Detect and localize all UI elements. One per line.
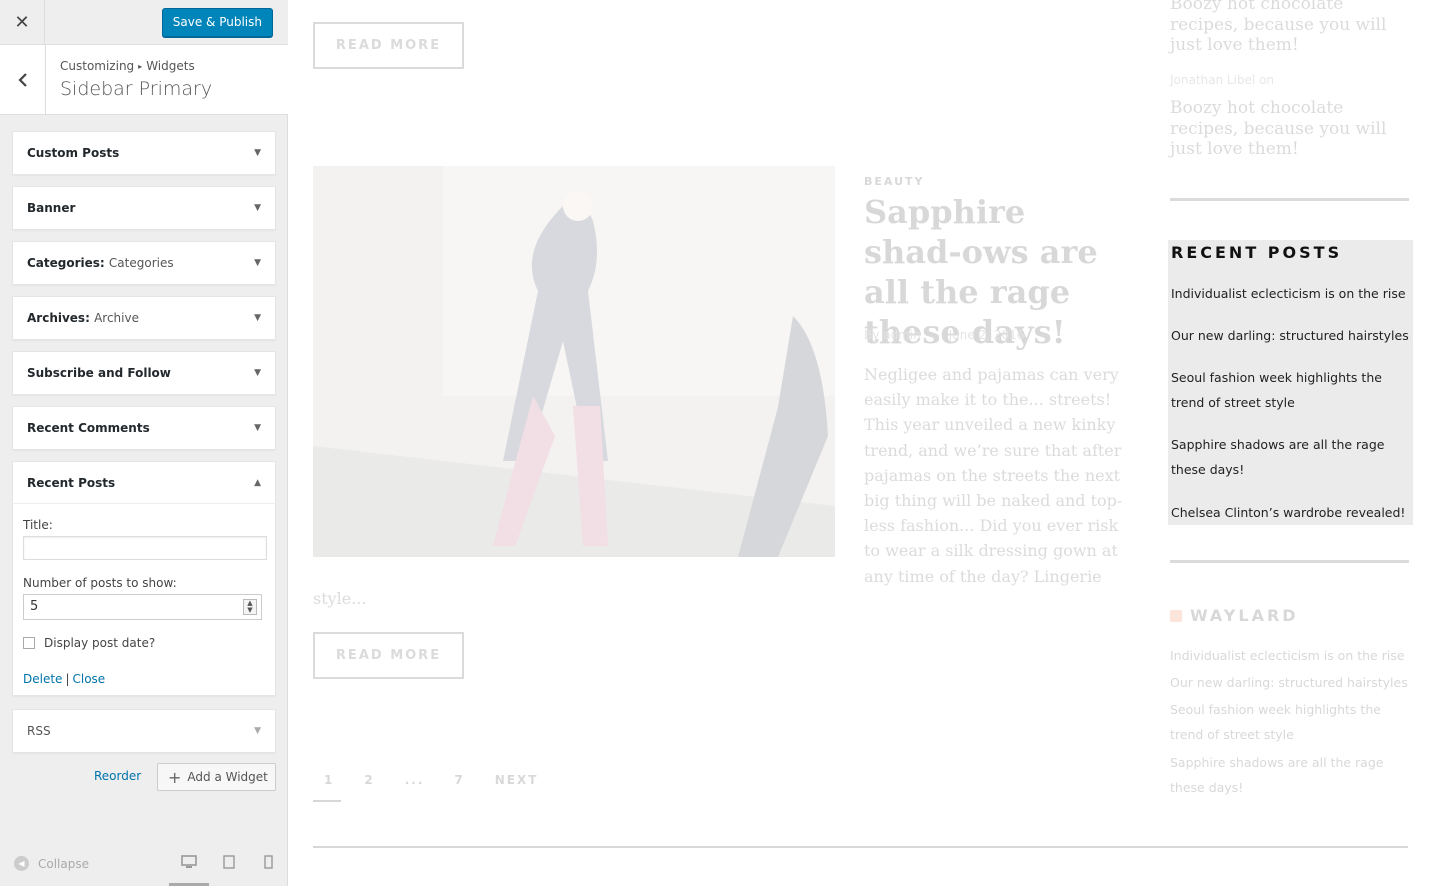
title-label: Title: <box>23 518 53 532</box>
comment-author: Jonathan Libel on <box>1170 73 1275 87</box>
reorder-link[interactable]: Reorder <box>94 769 141 783</box>
page-link[interactable]: 2 <box>364 773 374 787</box>
expand-arrow-icon[interactable]: ▼ <box>254 203 261 213</box>
recent-post-link[interactable]: Our new darling: structured hairstyles <box>1171 323 1411 348</box>
tablet-preview-icon[interactable] <box>209 855 249 873</box>
expand-arrow-icon[interactable]: ▼ <box>254 313 261 323</box>
widget-recent-posts: Recent Posts ▲ Title: Number of posts to … <box>12 461 276 696</box>
recent-posts-title: RECENT POSTS <box>1171 243 1343 262</box>
display-date-checkbox[interactable] <box>23 637 35 649</box>
post-meta: By admin June 2, 2016 <box>864 328 1048 342</box>
widget-subscribe-follow[interactable]: Subscribe and Follow ▼ <box>12 351 276 395</box>
recent-posts-widget-preview[interactable]: RECENT POSTS Individualist eclecticism i… <box>1168 240 1413 525</box>
number-stepper[interactable]: ▲ ▼ <box>243 599 257 615</box>
close-link[interactable]: Close <box>72 672 105 686</box>
widget-title: Recent Comments <box>27 421 150 435</box>
close-icon[interactable]: ✕ <box>0 0 45 45</box>
page-link[interactable]: 1 <box>324 773 334 787</box>
rss-widget-title[interactable]: WAYLARD <box>1170 606 1299 625</box>
back-arrow-icon[interactable] <box>0 45 46 114</box>
widget-archives[interactable]: Archives: Archive ▼ <box>12 296 276 340</box>
recent-post-link[interactable]: Seoul fashion week highlights the trend … <box>1171 365 1411 415</box>
read-more-button[interactable]: READ MORE <box>313 632 464 679</box>
add-widget-button[interactable]: + Add a Widget <box>157 763 276 791</box>
widget-subtitle: Categories <box>108 256 174 270</box>
widget-header[interactable]: Recent Posts ▲ <box>13 462 275 504</box>
widget-title: Recent Posts <box>27 475 116 490</box>
expand-arrow-icon[interactable]: ▼ <box>254 368 261 378</box>
display-date-label: Display post date? <box>44 636 156 650</box>
section-header: Customizing ▸ Widgets Sidebar Primary <box>0 45 288 115</box>
recent-post-link[interactable]: Chelsea Clinton’s wardrobe revealed! <box>1171 500 1411 525</box>
rss-item[interactable]: Seoul fashion week highlights the trend … <box>1170 697 1410 747</box>
save-publish-button[interactable]: Save & Publish <box>161 8 273 37</box>
collapse-label: Collapse <box>38 856 89 871</box>
widget-title: Categories: <box>27 256 105 270</box>
divider <box>1170 560 1409 563</box>
customizer-footer: ◀ Collapse <box>0 845 288 886</box>
widget-title: Banner <box>27 201 76 215</box>
widget-title: RSS <box>27 724 51 738</box>
posts-count-input[interactable]: 5 ▲ ▼ <box>23 594 262 620</box>
widget-title: Custom Posts <box>27 146 120 160</box>
breadcrumb-separator: ▸ <box>138 62 143 71</box>
collapse-button[interactable]: ◀ Collapse <box>14 856 89 871</box>
comment-excerpt[interactable]: Boozy hot chocolate recipes, because you… <box>1170 98 1395 160</box>
widget-title: Archives: <box>27 311 90 325</box>
add-widget-label: Add a Widget <box>187 770 268 784</box>
posts-count-value: 5 <box>30 599 39 614</box>
post-excerpt-tail: style... <box>313 589 367 608</box>
posts-count-label: Number of posts to show: <box>23 576 177 590</box>
post-featured-image[interactable] <box>313 166 835 557</box>
next-page-link[interactable]: NEXT <box>495 773 539 787</box>
widget-rss[interactable]: RSS ▼ <box>12 709 276 753</box>
current-page-indicator <box>313 800 341 802</box>
title-input[interactable] <box>23 536 267 560</box>
link-separator: | <box>65 672 70 686</box>
rss-icon <box>1170 609 1182 622</box>
recent-post-link[interactable]: Individualist eclecticism is on the rise <box>1171 281 1411 306</box>
collapse-arrow-icon: ◀ <box>14 856 29 871</box>
site-preview[interactable]: READ MORE BEAUTY Sapphire shad-ows are a… <box>289 0 1433 886</box>
comment-excerpt[interactable]: Boozy hot chocolate recipes, because you… <box>1170 0 1395 56</box>
expand-arrow-icon[interactable]: ▼ <box>254 423 261 433</box>
customizer-panel: ✕ Save & Publish Customizing ▸ Widgets Sid… <box>0 0 288 886</box>
breadcrumb-root: Customizing <box>60 59 135 73</box>
rss-item[interactable]: Sapphire shadows are all the rage these … <box>1170 750 1410 800</box>
expand-arrow-icon[interactable]: ▼ <box>254 258 261 268</box>
section-title: Sidebar Primary <box>60 78 213 100</box>
read-more-button[interactable]: READ MORE <box>313 22 464 69</box>
widget-custom-posts[interactable]: Custom Posts ▼ <box>12 131 276 175</box>
expand-arrow-icon[interactable]: ▼ <box>254 148 261 158</box>
customizer-header: ✕ Save & Publish <box>0 0 288 45</box>
plus-icon: + <box>168 767 182 787</box>
page-link[interactable]: 7 <box>454 773 464 787</box>
divider <box>313 846 1408 848</box>
rss-item[interactable]: Individualist eclecticism is on the rise <box>1170 643 1410 668</box>
post-excerpt: Negligee and pajamas can very easily mak… <box>864 365 1123 586</box>
widget-title: Subscribe and Follow <box>27 366 171 380</box>
breadcrumb: Customizing ▸ Widgets <box>60 59 195 73</box>
desktop-preview-icon[interactable] <box>169 855 209 886</box>
post-date: June 2, 2016 <box>948 328 1025 342</box>
post-author[interactable]: By admin <box>864 328 921 342</box>
recent-post-link[interactable]: Sapphire shadows are all the rage these … <box>1171 432 1411 482</box>
page-ellipsis: ... <box>404 773 425 787</box>
breadcrumb-current: Widgets <box>146 59 195 73</box>
collapse-arrow-icon[interactable]: ▲ <box>254 478 261 488</box>
rss-item[interactable]: Our new darling: structured hairstyles <box>1170 670 1410 695</box>
pagination: 1 2 ... 7 NEXT <box>324 773 568 787</box>
divider <box>1170 198 1409 201</box>
mobile-preview-icon[interactable] <box>248 855 288 873</box>
widget-recent-comments[interactable]: Recent Comments ▼ <box>12 406 276 450</box>
widget-banner[interactable]: Banner ▼ <box>12 186 276 230</box>
post-category[interactable]: BEAUTY <box>864 175 924 188</box>
widget-subtitle: Archive <box>94 311 139 325</box>
delete-link[interactable]: Delete <box>23 672 62 686</box>
expand-arrow-icon[interactable]: ▼ <box>254 726 261 736</box>
widget-categories[interactable]: Categories: Categories ▼ <box>12 241 276 285</box>
